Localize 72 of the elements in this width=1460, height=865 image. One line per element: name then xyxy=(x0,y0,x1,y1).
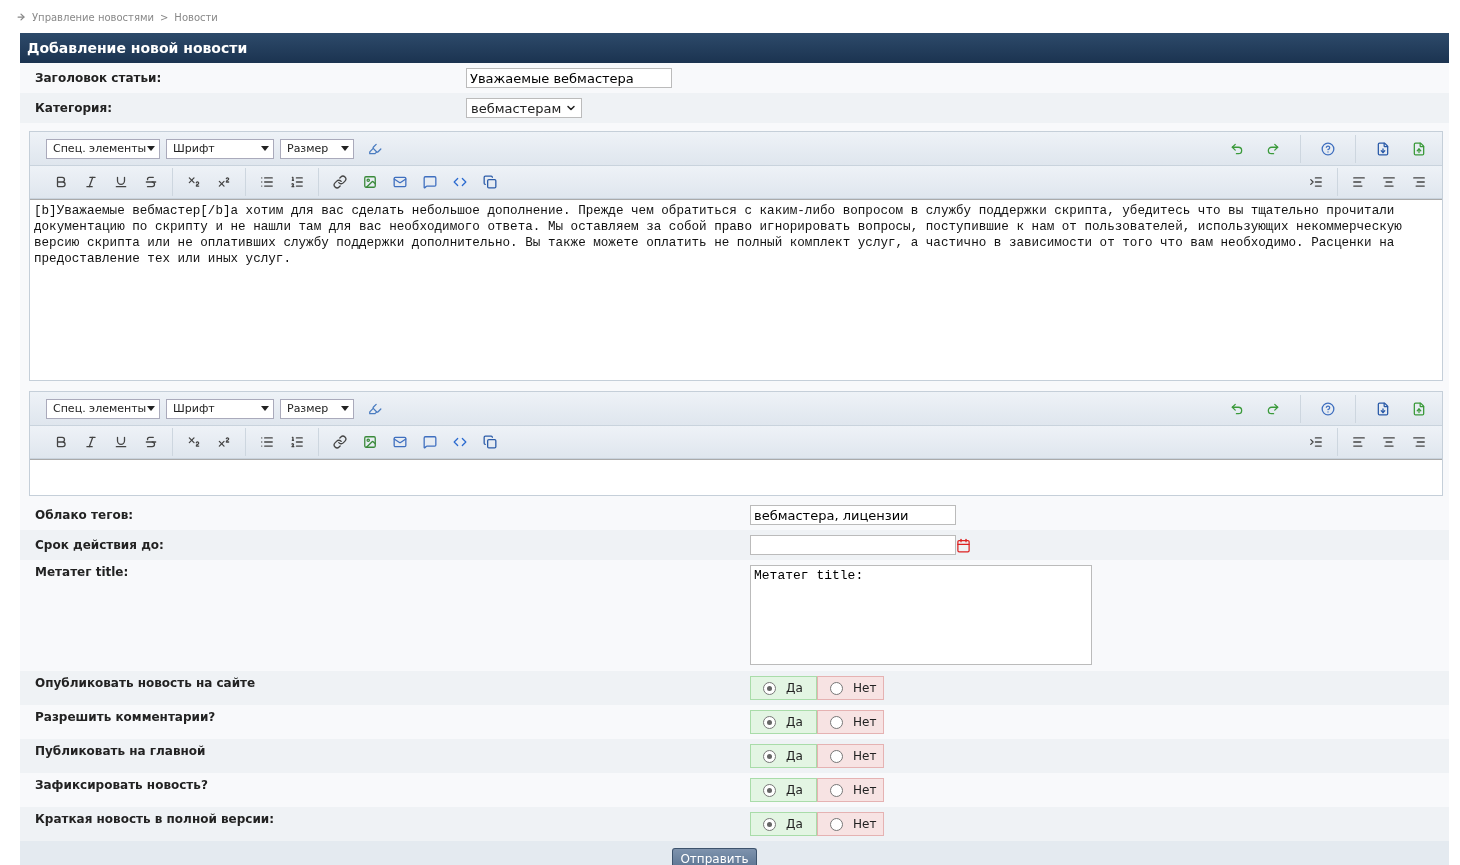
radio-button[interactable] xyxy=(830,681,843,695)
dropdown-label: Шрифт xyxy=(173,142,215,155)
caret-icon xyxy=(261,406,269,411)
toolbar-dropdown[interactable]: Спец. элементы xyxy=(46,138,160,159)
text-field[interactable]: вебмастера, лицензии xyxy=(750,505,956,525)
radio-label: Да xyxy=(786,749,803,763)
radio-option[interactable]: Нет xyxy=(817,812,884,836)
radio-button[interactable] xyxy=(830,749,843,763)
field-label: Срок действия до: xyxy=(34,538,165,552)
radio-button[interactable] xyxy=(763,817,776,831)
caret-icon xyxy=(147,146,155,151)
radio-label: Да xyxy=(786,715,803,729)
radio-label: Да xyxy=(786,817,803,831)
field-label: Краткая новость в полной версии: xyxy=(34,812,276,826)
radio-option[interactable]: Да xyxy=(750,744,817,768)
calendar-icon[interactable] xyxy=(956,537,971,553)
date-field[interactable] xyxy=(750,535,956,555)
radio-button[interactable] xyxy=(763,783,776,797)
caret-icon xyxy=(341,146,349,151)
radio-label: Нет xyxy=(853,817,877,831)
dropdown-label: Размер xyxy=(287,142,329,155)
text-field[interactable]: Уважаемые вебмастера xyxy=(466,68,672,88)
radio-label: Да xyxy=(786,783,803,797)
toolbar-dropdown[interactable]: Размер xyxy=(280,138,354,159)
radio-option[interactable]: Да xyxy=(750,778,817,802)
submit-button[interactable]: Отправить xyxy=(672,848,757,865)
radio-button[interactable] xyxy=(763,749,776,763)
dropdown-label: Шрифт xyxy=(173,402,215,415)
radio-label: Нет xyxy=(853,715,877,729)
field-label: Зафиксировать новость? xyxy=(34,778,209,792)
radio-label: Нет xyxy=(853,749,877,763)
editor-text: [b]Уважаемые вебмастер[/b]а хотим для вас сделать небольшое дополнение. Прежде чем обратиться с каким-либо вопросом в службу поддержки скрипта, убедитесь что вы тщательно прочитали документацию по скрипту и не нашли там для вас необходимого ответа. Мы оставляем за собой право игнорировать вопросы, поступившие к нам от пользователей, использующих некоммерческую версию скрипта или не оплативших службу поддержки дополнительно. Вы также можете оплатить не полный комплект услуг, а частично в зависимости от того что вам необходимо. Расценки на предоставление тех или иных услуг. xyxy=(34,203,1403,267)
field-label: Разрешить комментарии? xyxy=(34,710,217,724)
radio-option[interactable]: Да xyxy=(750,710,817,734)
radio-label: Да xyxy=(786,681,803,695)
radio-option[interactable]: Нет xyxy=(817,744,884,768)
radio-label: Нет xyxy=(853,681,877,695)
editor-content[interactable] xyxy=(30,199,1442,380)
dropdown-label: Размер xyxy=(287,402,329,415)
radio-option[interactable]: Да xyxy=(750,812,817,836)
toolbar-dropdown[interactable]: Размер xyxy=(280,398,354,419)
caret-icon xyxy=(147,406,155,411)
dropdown-label: Спец. элементы xyxy=(53,402,147,415)
radio-button[interactable] xyxy=(763,715,776,729)
field-label: Опубликовать новость на сайте xyxy=(34,676,257,690)
field-label: Публиковать на главной xyxy=(34,744,207,758)
radio-button[interactable] xyxy=(763,681,776,695)
arrow-icon xyxy=(16,12,26,22)
radio-option[interactable]: Нет xyxy=(817,778,884,802)
breadcrumb-link[interactable]: Управление новостями xyxy=(32,11,154,23)
form-title: Добавление новой новости xyxy=(20,33,1449,63)
radio-button[interactable] xyxy=(830,817,843,831)
radio-option[interactable]: Нет xyxy=(817,710,884,734)
toolbar-dropdown[interactable]: Шрифт xyxy=(166,398,274,419)
caret-icon xyxy=(341,406,349,411)
radio-option[interactable]: Нет xyxy=(817,676,884,700)
toolbar-dropdown[interactable]: Спец. элементы xyxy=(46,398,160,419)
dropdown-label: Спец. элементы xyxy=(53,142,147,155)
textarea-field[interactable]: Метатег title: xyxy=(750,565,1092,665)
field-label: Метатег title: xyxy=(34,565,130,579)
field-label: Облако тегов: xyxy=(34,508,135,522)
radio-button[interactable] xyxy=(830,715,843,729)
radio-option[interactable]: Да xyxy=(750,676,817,700)
radio-button[interactable] xyxy=(830,783,843,797)
field-label: Заголовок статьи: xyxy=(34,71,163,85)
breadcrumb-separator: > xyxy=(159,11,169,23)
field-label: Категория: xyxy=(34,101,113,115)
breadcrumb-link[interactable]: Новости xyxy=(174,11,218,23)
category-select[interactable]: вебмастерам xyxy=(466,98,583,118)
radio-label: Нет xyxy=(853,783,877,797)
caret-icon xyxy=(261,146,269,151)
toolbar-dropdown[interactable]: Шрифт xyxy=(166,138,274,159)
